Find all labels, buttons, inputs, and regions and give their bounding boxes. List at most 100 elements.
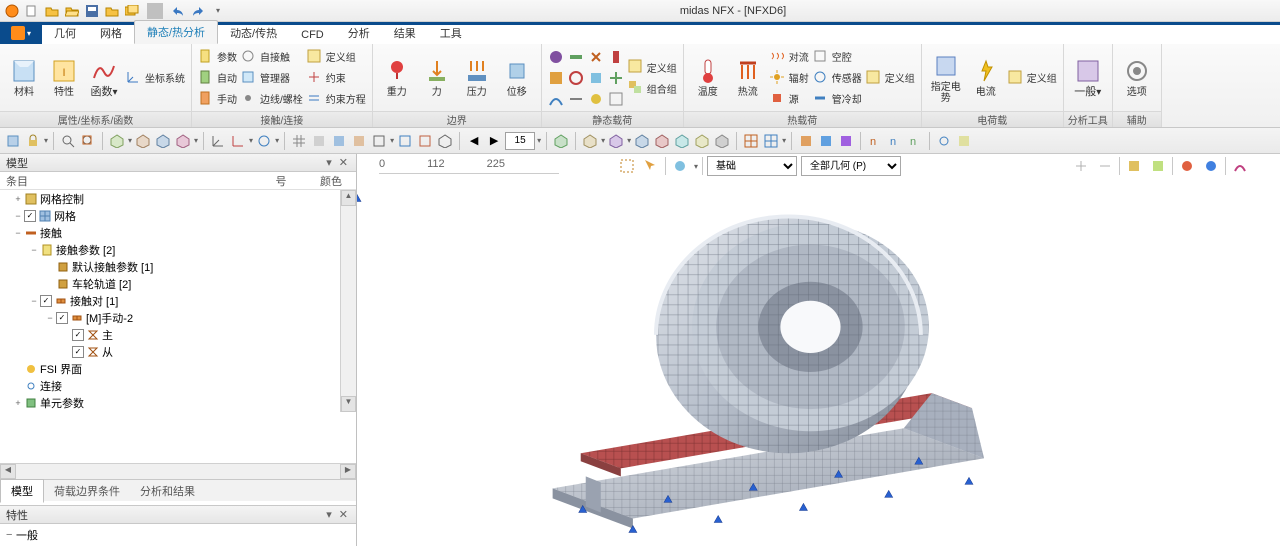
sl-ico4[interactable]: [568, 47, 584, 67]
save-icon[interactable]: [84, 3, 100, 19]
tab-mesh[interactable]: 网格: [88, 22, 134, 44]
potential-button[interactable]: 指定电势: [928, 52, 964, 104]
redo-icon[interactable]: [190, 3, 206, 19]
manager-button[interactable]: 管理器: [241, 68, 303, 88]
tb-n2-icon[interactable]: n: [886, 132, 904, 150]
vp-nav2-icon[interactable]: [1095, 156, 1115, 176]
tab-tools[interactable]: 工具: [428, 22, 474, 44]
sensor-button[interactable]: 传感器: [813, 68, 862, 88]
material-button[interactable]: 材料: [6, 57, 42, 98]
tree-scrollbar[interactable]: ▲▼: [340, 190, 356, 412]
tl-define-set[interactable]: 定义组: [866, 68, 915, 88]
tab-results[interactable]: 结果: [382, 22, 428, 44]
tb-n1-icon[interactable]: n: [866, 132, 884, 150]
define-set-button[interactable]: 定义组: [307, 47, 366, 67]
tree-item[interactable]: 默认接触参数 [1]: [0, 258, 356, 275]
vp-tool5-icon[interactable]: [1230, 156, 1250, 176]
options-button[interactable]: 选项: [1119, 57, 1155, 98]
eq-constraint-button[interactable]: 约束方程: [307, 89, 366, 109]
radiation-button[interactable]: 辐射: [770, 68, 809, 88]
vp-tool1-icon[interactable]: [1124, 156, 1144, 176]
tree-item[interactable]: −接触参数 [2]: [0, 241, 356, 258]
sl-ico6[interactable]: [568, 89, 584, 109]
pane-dd-icon[interactable]: ▾: [324, 157, 334, 169]
bt-analysis-results[interactable]: 分析和结果: [130, 480, 205, 502]
tb-view3-icon[interactable]: [154, 132, 172, 150]
tb-view2-icon[interactable]: [134, 132, 152, 150]
tb-box7-icon[interactable]: [713, 132, 731, 150]
tb-left-icon[interactable]: ◀: [465, 132, 483, 150]
prop-dd-icon[interactable]: ▾: [324, 509, 334, 521]
function-button[interactable]: 函数▾: [86, 57, 122, 98]
tree-item[interactable]: 连接: [0, 377, 356, 394]
prop-pin-icon[interactable]: ✕: [337, 509, 350, 521]
tree-item[interactable]: ✓从: [0, 343, 356, 360]
open-icon[interactable]: [44, 3, 60, 19]
tab-geometry[interactable]: 几何: [42, 22, 88, 44]
tree-item[interactable]: −接触: [0, 224, 356, 241]
tb-level-input[interactable]: [505, 132, 535, 150]
self-contact-button[interactable]: 自接触: [241, 47, 303, 67]
tb-lock-icon[interactable]: [24, 132, 42, 150]
tb-box1-icon[interactable]: [581, 132, 599, 150]
tb-n3-icon[interactable]: n: [906, 132, 924, 150]
tree-hscroll[interactable]: ◀▶: [0, 463, 356, 479]
heatflow-button[interactable]: 热流: [730, 57, 766, 98]
tb-shaded2-icon[interactable]: [330, 132, 348, 150]
tb-persp-icon[interactable]: [552, 132, 570, 150]
folder-icon[interactable]: [104, 3, 120, 19]
tb-m3-icon[interactable]: [837, 132, 855, 150]
tb-level-dd[interactable]: ▾: [537, 136, 541, 145]
app-icon[interactable]: [4, 3, 20, 19]
sl-ico10[interactable]: [608, 47, 624, 67]
tb-last-icon[interactable]: [955, 132, 973, 150]
tree-item[interactable]: +网格控制: [0, 190, 356, 207]
tb-grid2-icon[interactable]: [742, 132, 760, 150]
pane-pin-icon[interactable]: ✕: [337, 157, 350, 169]
tb-view1-icon[interactable]: [108, 132, 126, 150]
source-button[interactable]: 源: [770, 89, 809, 109]
tree-item[interactable]: +单元参数: [0, 394, 356, 411]
pressure-button[interactable]: 压力: [459, 57, 495, 98]
displacement-button[interactable]: 位移: [499, 57, 535, 98]
tb-box4-icon[interactable]: [653, 132, 671, 150]
new-icon[interactable]: [24, 3, 40, 19]
tb-box5-icon[interactable]: [673, 132, 691, 150]
model-canvas[interactable]: [357, 194, 1280, 546]
gravity-button[interactable]: 重力: [379, 57, 415, 98]
model-tree[interactable]: +网格控制−✓网格−接触−接触参数 [2]默认接触参数 [1]车轮轨道 [2]−…: [0, 190, 356, 463]
current-button[interactable]: 电流: [968, 57, 1004, 98]
tb-box3-icon[interactable]: [633, 132, 651, 150]
coord-system-button[interactable]: 坐标系统: [126, 68, 185, 88]
tree-item[interactable]: −✓接触对 [1]: [0, 292, 356, 309]
el-define-set[interactable]: 定义组: [1008, 68, 1057, 88]
property-button[interactable]: I特性: [46, 57, 82, 98]
temperature-button[interactable]: 温度: [690, 57, 726, 98]
tree-item[interactable]: −✓网格: [0, 207, 356, 224]
cavity-button[interactable]: 空腔: [813, 47, 862, 67]
vp-geom-select[interactable]: 全部几何 (P): [801, 156, 901, 176]
vp-tool3-icon[interactable]: [1177, 156, 1197, 176]
tb-zoomfit-icon[interactable]: [79, 132, 97, 150]
tb-grid-icon[interactable]: [290, 132, 308, 150]
qat-dropdown-icon[interactable]: ▾: [210, 3, 226, 19]
vp-filter-icon[interactable]: [670, 156, 690, 176]
tb-wire-icon[interactable]: [370, 132, 388, 150]
tb-axis-icon[interactable]: [209, 132, 227, 150]
undo-icon[interactable]: [170, 3, 186, 19]
tb-refresh-icon[interactable]: [935, 132, 953, 150]
tb-iso-icon[interactable]: [436, 132, 454, 150]
tb-wire3-icon[interactable]: [416, 132, 434, 150]
tb-box2-icon[interactable]: [607, 132, 625, 150]
tb-wire2-icon[interactable]: [396, 132, 414, 150]
vp-select-icon[interactable]: [617, 156, 637, 176]
sl-ico7[interactable]: [588, 47, 604, 67]
auto-button[interactable]: 自动: [198, 68, 237, 88]
tb-right-icon[interactable]: ▶: [485, 132, 503, 150]
sl-ico8[interactable]: [588, 68, 604, 88]
sl-ico5[interactable]: [568, 68, 584, 88]
tree-item[interactable]: FSI 界面: [0, 360, 356, 377]
tree-item[interactable]: −✓[M]手动-2: [0, 309, 356, 326]
sl-combine-set[interactable]: 组合组: [628, 78, 677, 98]
constraint-button[interactable]: 约束: [307, 68, 366, 88]
